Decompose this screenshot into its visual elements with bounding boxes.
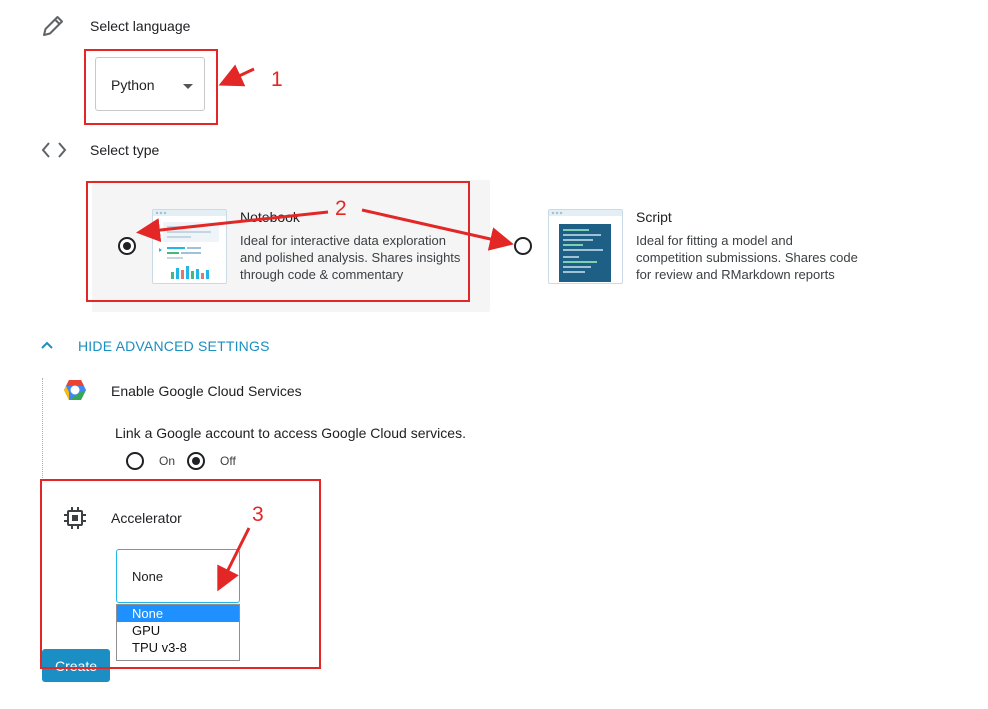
annotation-arrows [136, 64, 514, 592]
annotation-arrow-1 [218, 64, 255, 87]
annotation-number-2: 2 [335, 197, 347, 220]
annotation-arrow-2b [361, 208, 514, 251]
annotation-number-1: 1 [271, 68, 283, 91]
annotation-arrow-2a [136, 210, 329, 243]
annotation-number-3: 3 [252, 503, 264, 526]
annotation-arrow-3 [217, 527, 251, 592]
